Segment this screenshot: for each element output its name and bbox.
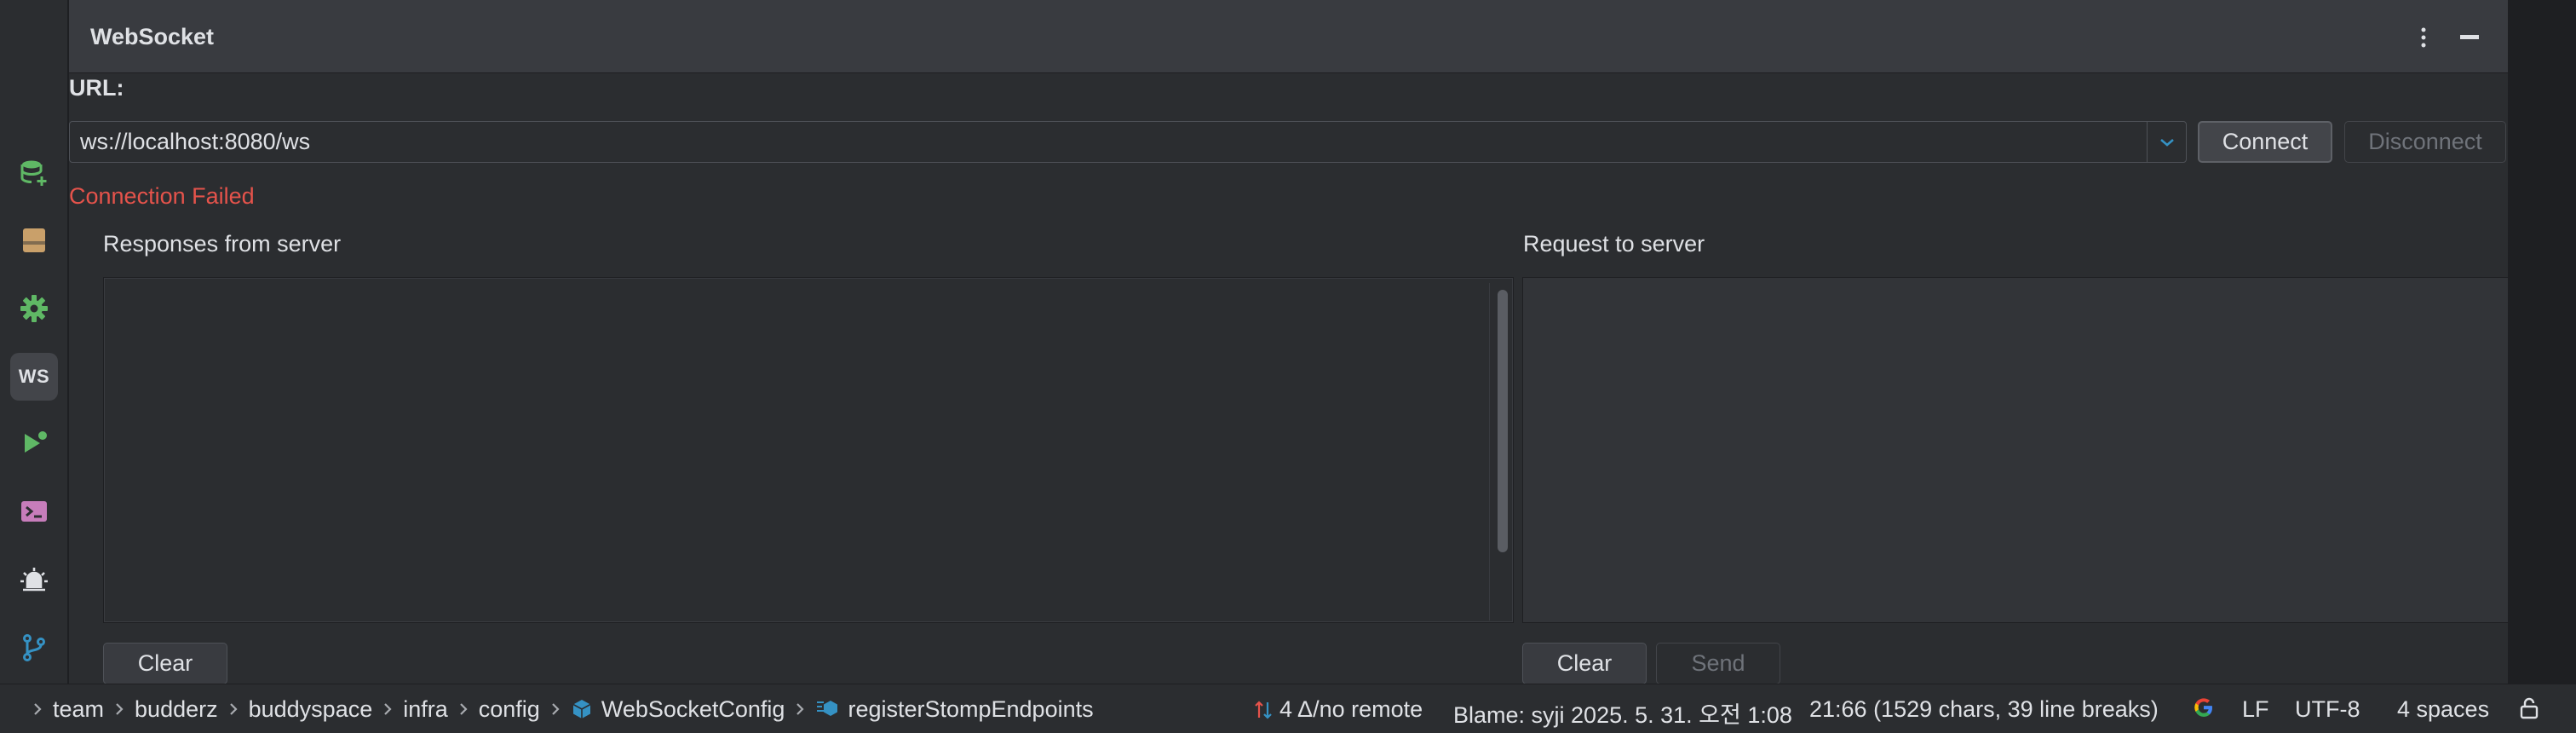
class-icon (571, 698, 593, 720)
status-bar: team budderz buddyspace infra config Web… (0, 684, 2576, 733)
chevron-right-icon (785, 701, 815, 717)
scrollbar-divider (1489, 283, 1490, 620)
panel-title: WebSocket (90, 24, 215, 49)
scrollbar-thumb[interactable] (1498, 290, 1508, 552)
breadcrumb-item-class[interactable]: WebSocketConfig (571, 696, 785, 723)
request-textarea[interactable] (1522, 277, 2509, 623)
responses-textarea[interactable] (103, 277, 1514, 623)
breadcrumb-item[interactable]: budderz (135, 696, 218, 723)
caret-position[interactable]: 21:66 (1529 chars, 39 line breaks) (1809, 696, 2159, 723)
responses-label: Responses from server (103, 231, 342, 257)
minimize-icon[interactable] (2452, 20, 2487, 55)
line-ending[interactable]: LF (2242, 696, 2269, 723)
bookmarks-icon[interactable] (10, 216, 58, 264)
file-encoding[interactable]: UTF-8 (2295, 696, 2360, 723)
clear-request-button[interactable]: Clear (1522, 643, 1647, 684)
vcs-status[interactable]: 4 Δ/no remote (1254, 696, 1423, 723)
websocket-panel: WebSocket URL: Connect Disconnect Connec… (69, 0, 2509, 684)
responses-scrollbar[interactable] (1489, 283, 1509, 620)
breadcrumb-item[interactable]: infra (403, 696, 448, 723)
problems-icon[interactable] (10, 556, 58, 603)
websocket-tool-label: WS (18, 366, 50, 387)
database-add-icon[interactable] (10, 149, 58, 197)
blame-info[interactable]: Blame: syji 2025. 5. 31. 오전 1:08 (1453, 696, 1792, 730)
breadcrumb-item-label: WebSocketConfig (601, 695, 785, 722)
clear-responses-button[interactable]: Clear (103, 643, 227, 684)
chevron-right-icon (22, 701, 53, 717)
google-icon[interactable] (2193, 696, 2215, 719)
more-options-icon[interactable] (2406, 20, 2441, 55)
send-button[interactable]: Send (1656, 643, 1780, 684)
breadcrumb-item[interactable]: team (53, 696, 104, 723)
lock-open-icon[interactable] (2518, 696, 2540, 720)
url-label: URL: (69, 75, 124, 101)
url-combobox[interactable] (69, 121, 2187, 163)
chevron-right-icon (372, 701, 403, 717)
breadcrumb-item[interactable]: buddyspace (249, 696, 373, 723)
breadcrumb: team budderz buddyspace infra config Web… (0, 684, 1094, 733)
terminal-icon[interactable] (10, 488, 58, 535)
run-icon[interactable] (10, 419, 58, 467)
disconnect-button[interactable]: Disconnect (2344, 121, 2506, 163)
vcs-arrows-icon (1255, 700, 1272, 719)
breadcrumb-item-method[interactable]: registerStompEndpoints (815, 695, 1094, 723)
git-branch-icon[interactable] (10, 624, 58, 672)
chevron-right-icon (218, 701, 249, 717)
websocket-icon[interactable]: WS (10, 353, 58, 401)
services-gear-icon[interactable] (10, 285, 58, 332)
url-input[interactable] (70, 122, 2148, 162)
tool-window-strip: WS (0, 0, 68, 684)
connect-button[interactable]: Connect (2198, 121, 2332, 163)
chevron-right-icon (104, 701, 135, 717)
chevron-right-icon (540, 701, 571, 717)
connection-status: Connection Failed (69, 183, 255, 209)
request-label: Request to server (1523, 231, 1705, 257)
breadcrumb-item-label: registerStompEndpoints (848, 695, 1094, 722)
chevron-down-icon[interactable] (2147, 122, 2186, 162)
panel-header: WebSocket (69, 0, 2508, 73)
chevron-right-icon (448, 701, 479, 717)
breadcrumb-item[interactable]: config (479, 696, 540, 723)
indent-setting[interactable]: 4 spaces (2397, 696, 2489, 723)
vcs-status-text: 4 Δ/no remote (1279, 696, 1423, 722)
method-icon (815, 698, 839, 720)
